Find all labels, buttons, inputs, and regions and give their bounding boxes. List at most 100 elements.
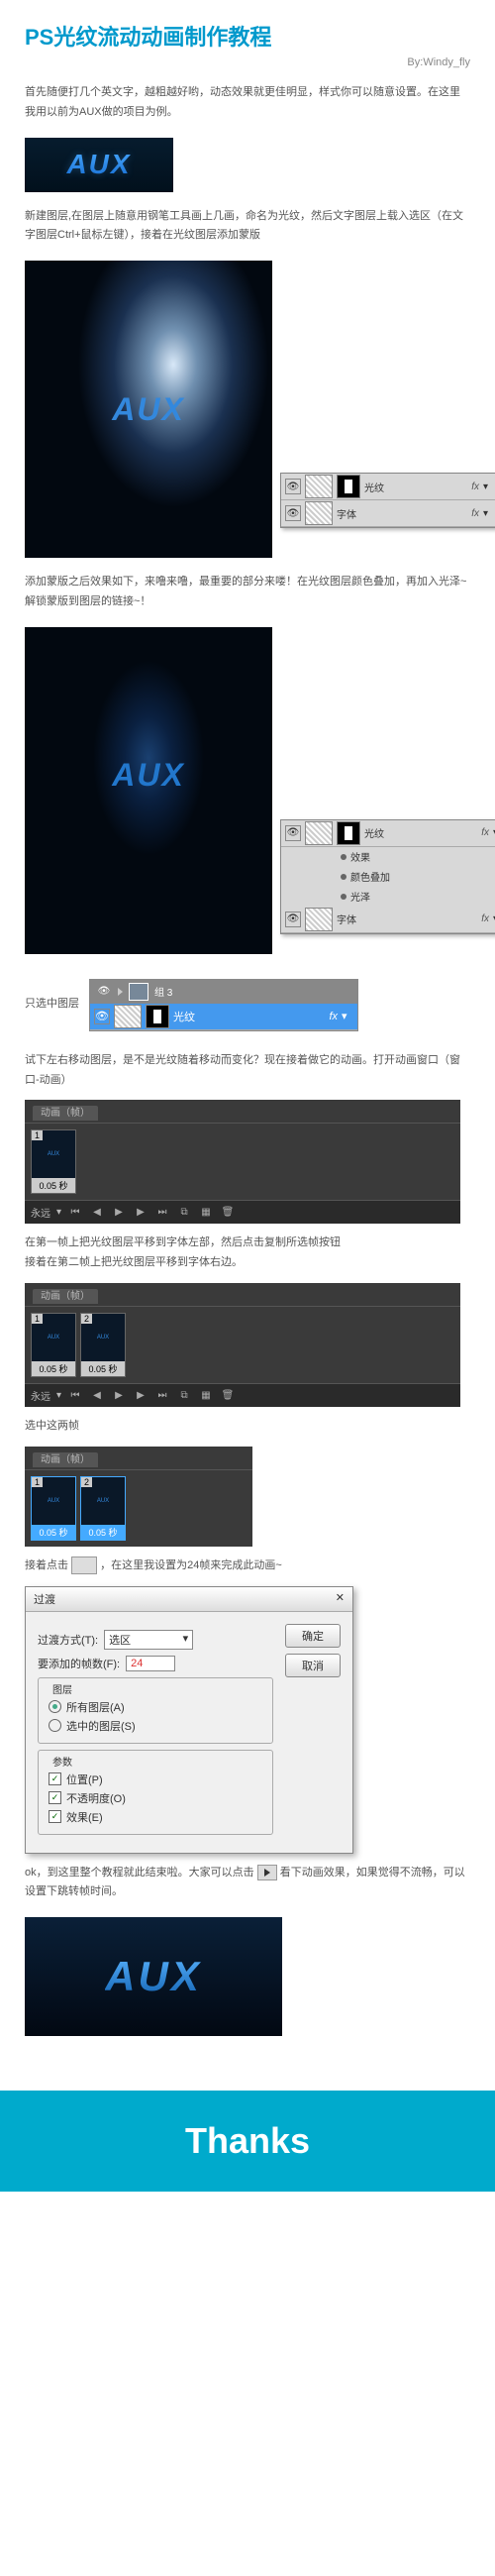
radio-all-layers[interactable]: 所有图层(A) [49,1699,262,1715]
prev-frame-button[interactable]: ◀ [89,1206,105,1220]
layer-mask-thumb [146,1005,169,1028]
paragraph-9: ok，到这里整个教程就此结束啦。大家可以点击 看下动画效果，如果觉得不流畅，可以… [25,1864,470,1903]
fx-label[interactable]: fx [471,508,479,519]
group-header[interactable]: 👁 组 3 [90,980,357,1004]
author-label: By:Windy_fly [25,56,470,68]
chevron-icon[interactable]: ▾ [483,508,495,519]
layers-panel-mini: 👁 组 3 👁 光纹 fx ▾ [89,979,358,1031]
visibility-icon[interactable]: 👁 [96,984,112,1000]
paragraph-8: 接着点击 ，在这里我设置为24帧来完成此动画~ [25,1556,470,1576]
layers-legend: 图层 [49,1681,76,1696]
canvas-preview-1: AUX [25,261,272,558]
layer-name: 光纹 [173,1009,195,1024]
next-frame-button[interactable]: ▶ [133,1388,148,1402]
anim-tab[interactable]: 动画（帧） [25,1100,460,1124]
chevron-icon[interactable]: ▾ [483,482,495,492]
delete-frame-button[interactable]: 🗑 [220,1388,236,1402]
tutorial-title: PS光纹流动动画制作教程 [25,20,470,52]
layers-panel-1: 👁 光纹 fx ▾ 👁 字体 fx ▾ [280,473,495,528]
frame-1[interactable]: 1AUX0.05 秒 [31,1129,76,1194]
new-frame-button[interactable]: ▦ [198,1388,214,1402]
layer-row-text[interactable]: 👁 字体 fx ▾ [281,500,495,527]
triangle-icon[interactable] [118,988,123,996]
fx-effects[interactable]: 效果 [281,847,495,867]
tween-icon [71,1556,97,1574]
frames-count-input[interactable]: 24 [126,1656,175,1671]
fx-satin[interactable]: 光泽 [281,887,495,907]
loop-dropdown[interactable]: 永远 [31,1205,50,1220]
layer-name: 字体 [337,506,356,521]
anim-tab-label: 动画（帧） [33,1452,98,1467]
layer-row-selected[interactable]: 👁 光纹 fx ▾ [90,1004,357,1030]
check-position[interactable]: ✓位置(P) [49,1771,262,1787]
visibility-icon[interactable]: 👁 [285,825,301,841]
tween-button[interactable]: ⧉ [176,1388,192,1402]
final-result: AUX [25,1917,282,2036]
aux-logo-sample: AUX [25,138,173,192]
frame-2-selected[interactable]: 2AUX0.05 秒 [80,1476,126,1541]
anim-controls: 永远 ▾ ⏮ ◀ ▶ ▶ ⏭ ⧉ ▦ 🗑 [25,1383,460,1407]
paragraph-3: 添加蒙版之后效果如下，来噜来噜，最重要的部分来喽！在光纹图层颜色叠加，再加入光泽… [25,573,470,612]
ok-button[interactable]: 确定 [285,1624,341,1648]
cancel-button[interactable]: 取消 [285,1654,341,1677]
layer-thumb [305,821,333,845]
prev-frame-button[interactable]: ◀ [89,1388,105,1402]
anim-tab[interactable]: 动画（帧） [25,1283,460,1307]
loop-dropdown[interactable]: 永远 [31,1388,50,1403]
play-button[interactable]: ▶ [111,1206,127,1220]
fx-coloroverlay[interactable]: 颜色叠加 [281,867,495,887]
group-name: 组 3 [154,984,172,999]
play-button[interactable]: ▶ [111,1388,127,1402]
radio-icon [49,1719,61,1732]
fx-label[interactable]: fx [481,827,489,838]
checkbox-icon: ✓ [49,1791,61,1804]
bullet-icon [341,874,346,880]
delete-frame-button[interactable]: 🗑 [220,1206,236,1220]
chevron-icon[interactable]: ▾ [342,1010,353,1022]
anim-tab[interactable]: 动画（帧） [25,1447,252,1470]
check-opacity[interactable]: ✓不透明度(O) [49,1790,262,1806]
first-frame-button[interactable]: ⏮ [67,1388,83,1402]
text-span: 接着点击 [25,1559,68,1571]
dropdown-icon[interactable]: ▾ [56,1207,61,1218]
tween-button[interactable]: ⧉ [176,1206,192,1220]
dialog-titlebar: 过渡 ✕ [26,1587,352,1612]
last-frame-button[interactable]: ⏭ [154,1388,170,1402]
frames-count-label: 要添加的帧数(F): [38,1656,120,1671]
frames-strip: 1AUX0.05 秒 2AUX0.05 秒 [25,1307,460,1383]
params-legend: 参数 [49,1754,76,1769]
aux-on-canvas: AUX [112,391,185,428]
dropdown-icon[interactable]: ▾ [56,1390,61,1401]
visibility-icon[interactable]: 👁 [285,505,301,521]
layer-row-lightpattern[interactable]: 👁 光纹 fx ▾ [281,474,495,500]
first-frame-button[interactable]: ⏮ [67,1206,83,1220]
frames-strip: 1AUX0.05 秒 2AUX0.05 秒 [25,1470,252,1547]
radio-selected-layers[interactable]: 选中的图层(S) [49,1718,262,1734]
layer-row-text[interactable]: 👁 字体 fx ▾ [281,907,495,933]
folder-icon [129,983,148,1001]
last-frame-button[interactable]: ⏭ [154,1206,170,1220]
checkbox-icon: ✓ [49,1772,61,1785]
fx-label[interactable]: fx [481,913,489,924]
visibility-icon[interactable]: 👁 [285,479,301,494]
fx-sub-label: 颜色叠加 [350,869,390,884]
frame-1-selected[interactable]: 1AUX0.05 秒 [31,1476,76,1541]
canvas-preview-2: AUX [25,627,272,954]
new-frame-button[interactable]: ▦ [198,1206,214,1220]
fx-label[interactable]: fx [471,482,479,492]
layer-mask-thumb [337,821,360,845]
layer-thumb [114,1005,142,1028]
frame-1[interactable]: 1AUX0.05 秒 [31,1313,76,1377]
close-icon[interactable]: ✕ [336,1591,345,1607]
visibility-icon[interactable]: 👁 [285,912,301,927]
fx-label[interactable]: fx [329,1011,338,1022]
tween-method-select[interactable]: 选区▾ [104,1630,193,1650]
next-frame-button[interactable]: ▶ [133,1206,148,1220]
aux-text: AUX [66,149,131,180]
frame-2[interactable]: 2AUX0.05 秒 [80,1313,126,1377]
layer-row-lightpattern[interactable]: 👁 光纹 fx ▾ [281,820,495,847]
frames-strip: 1AUX0.05 秒 [25,1124,460,1200]
visibility-icon[interactable]: 👁 [94,1009,110,1024]
check-effects[interactable]: ✓效果(E) [49,1809,262,1825]
thanks-footer: Thanks [0,2091,495,2192]
